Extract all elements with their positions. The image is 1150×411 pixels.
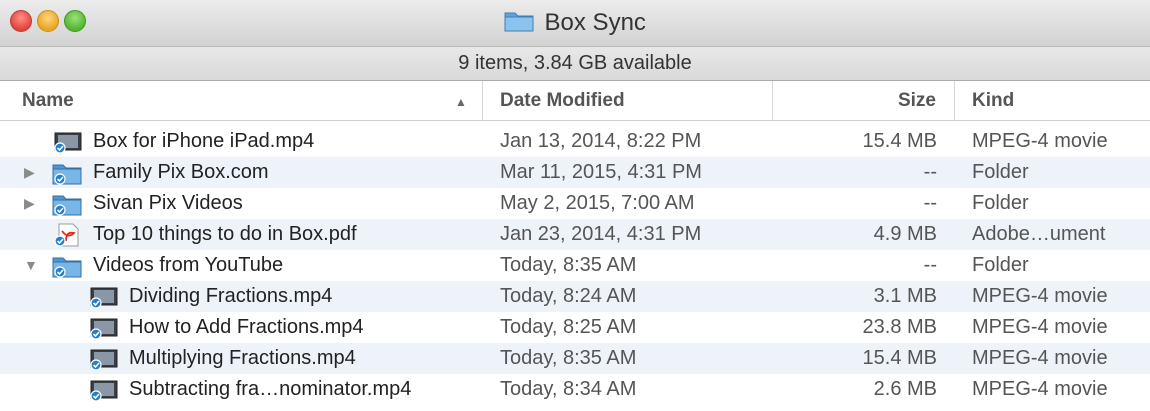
column-header-row: Name ▲ Date Modified Size Kind [0,81,1150,121]
file-size: 15.4 MB [862,347,937,369]
file-size: -- [923,254,937,276]
file-row[interactable]: Multiplying Fractions.mp4 Today, 8:35 AM 1… [0,343,1150,374]
file-size: 4.9 MB [873,223,937,245]
file-row[interactable]: Top 10 things to do in Box.pdf Jan 23, 20… [0,219,1150,250]
file-kind: MPEG-4 movie [972,130,1108,152]
file-name: Subtracting fra…nominator.mp4 [129,378,412,400]
file-kind: MPEG-4 movie [972,316,1108,338]
window-title-area: Box Sync [0,8,1150,38]
pdf-icon [52,223,82,247]
date-modified: Mar 11, 2015, 4:31 PM [500,161,702,183]
movie-icon [52,130,82,154]
file-name: Top 10 things to do in Box.pdf [93,223,357,245]
status-bar: 9 items, 3.84 GB available [0,47,1150,81]
file-size: 23.8 MB [862,316,937,338]
file-name: Family Pix Box.com [93,161,269,183]
folder-icon [52,254,82,278]
folder-row[interactable]: ▶ Family Pix Box.com Mar 11, 2015, 4:31 PM… [0,157,1150,188]
file-kind: MPEG-4 movie [972,285,1108,307]
sort-ascending-icon: ▲ [455,95,467,109]
date-modified: Today, 8:24 AM [500,285,637,307]
column-header-date-modified[interactable]: Date Modified [483,81,773,120]
disclosure-collapsed-icon[interactable]: ▶ [24,157,35,188]
file-kind: Folder [972,161,1029,183]
date-modified: Today, 8:35 AM [500,347,637,369]
file-name: Box for iPhone iPad.mp4 [93,130,315,152]
file-kind: MPEG-4 movie [972,347,1108,369]
movie-icon [88,347,118,371]
file-kind: Adobe…ument [972,223,1106,245]
date-modified: Today, 8:34 AM [500,378,637,400]
file-kind: Folder [972,254,1029,276]
date-modified: Jan 23, 2014, 4:31 PM [500,223,702,245]
file-size: 15.4 MB [862,130,937,152]
file-size: -- [923,161,937,183]
movie-icon [88,285,118,309]
folder-icon [52,161,82,185]
file-name: Sivan Pix Videos [93,192,243,214]
folder-row[interactable]: ▼ Videos from YouTube Today, 8:35 AM -- Fold… [0,250,1150,281]
file-row[interactable]: Box for iPhone iPad.mp4 Jan 13, 2014, 8:2… [0,126,1150,157]
file-row[interactable]: Subtracting fra…nominator.mp4 Today, 8:34… [0,374,1150,405]
movie-icon [88,316,118,340]
folder-row[interactable]: ▶ Sivan Pix Videos May 2, 2015, 7:00 AM -- F… [0,188,1150,219]
disclosure-collapsed-icon[interactable]: ▶ [24,188,35,219]
file-row[interactable]: Dividing Fractions.mp4 Today, 8:24 AM 3.1 … [0,281,1150,312]
column-header-size[interactable]: Size [773,81,955,120]
file-kind: Folder [972,192,1029,214]
file-size: 3.1 MB [873,285,937,307]
file-name: How to Add Fractions.mp4 [129,316,364,338]
date-modified: Today, 8:25 AM [500,316,637,338]
date-modified: May 2, 2015, 7:00 AM [500,192,695,214]
date-modified: Today, 8:35 AM [500,254,637,276]
column-header-name[interactable]: Name [0,81,483,120]
file-name: Videos from YouTube [93,254,284,276]
column-header-kind[interactable]: Kind [955,81,1150,120]
movie-icon [88,378,118,402]
file-name: Dividing Fractions.mp4 [129,285,333,307]
window-title: Box Sync [544,8,646,36]
file-row[interactable]: How to Add Fractions.mp4 Today, 8:25 AM 23… [0,312,1150,343]
file-list: Box for iPhone iPad.mp4 Jan 13, 2014, 8:2… [0,126,1150,405]
title-bar[interactable]: Box Sync [0,0,1150,47]
disclosure-expanded-icon[interactable]: ▼ [24,250,38,281]
file-size: -- [923,192,937,214]
file-name: Multiplying Fractions.mp4 [129,347,356,369]
folder-icon [52,192,82,216]
finder-window: Box Sync 9 items, 3.84 GB available Name… [0,0,1150,411]
file-size: 2.6 MB [873,378,937,400]
date-modified: Jan 13, 2014, 8:22 PM [500,130,702,152]
file-kind: MPEG-4 movie [972,378,1108,400]
folder-icon [504,8,534,37]
